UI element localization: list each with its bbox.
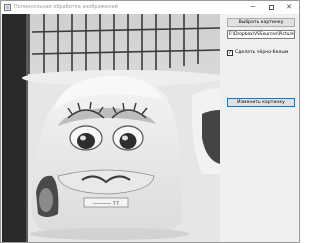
- picture-box: ────── 77: [2, 14, 220, 242]
- choose-image-button[interactable]: Выбрать картинку: [227, 18, 295, 27]
- window-app-icon: [4, 4, 11, 11]
- app-window: Попиксельная обработка изображений ─ ✕ ─…: [0, 0, 300, 243]
- grayscale-checkbox-label[interactable]: Сделать чёрно-белым: [235, 50, 288, 56]
- minimize-icon[interactable]: ─: [245, 1, 261, 14]
- snow-car-photo: ────── 77: [2, 14, 220, 242]
- title-bar[interactable]: Попиксельная обработка изображений ─ ✕: [1, 1, 299, 14]
- maximize-icon[interactable]: [263, 1, 279, 14]
- checkmark-icon[interactable]: ✓: [227, 50, 233, 56]
- change-image-button[interactable]: Изменить картинку: [227, 98, 295, 107]
- license-plate-text: ────── 77: [92, 201, 119, 207]
- close-icon[interactable]: ✕: [281, 1, 297, 14]
- window-title: Попиксельная обработка изображений: [14, 4, 119, 10]
- image-path-field[interactable]: F:\Dropbox\VSSources\Picture\Pic: [227, 30, 295, 39]
